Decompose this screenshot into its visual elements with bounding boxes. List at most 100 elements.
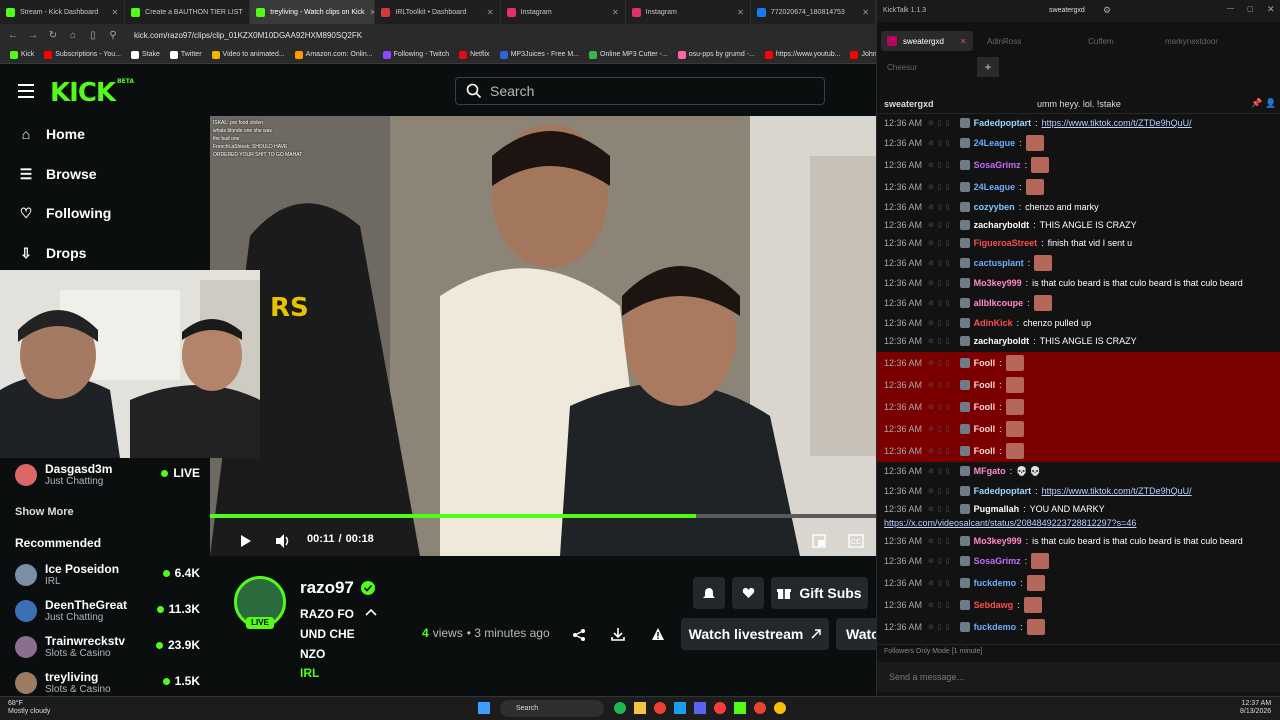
chrome-profile-icon[interactable] — [754, 702, 766, 714]
message-username[interactable]: Mo3key999 — [974, 536, 1022, 546]
timeout-icon[interactable]: ⊘ — [928, 119, 934, 127]
clip-category[interactable]: IRL — [300, 666, 319, 680]
timeout-icon[interactable]: ⊘ — [928, 279, 934, 287]
gift-subs-button[interactable]: Gift Subs — [771, 577, 868, 609]
delete-icon[interactable]: ▯ — [946, 557, 950, 565]
timeout-icon[interactable]: ⊘ — [928, 259, 934, 267]
watch-livestream-button[interactable]: Watch livestream — [681, 618, 829, 650]
delete-icon[interactable]: ▯ — [946, 579, 950, 587]
delete-icon[interactable]: ▯ — [946, 183, 950, 191]
start-icon[interactable] — [478, 702, 490, 714]
discord-icon[interactable] — [694, 702, 706, 714]
browser-tab[interactable]: 772020674_180814753 ✕ — [751, 0, 876, 24]
message-username[interactable]: allblkcoupe — [974, 298, 1024, 308]
chrome-profile2-icon[interactable] — [774, 702, 786, 714]
chat-message[interactable]: 12:36 AM ⊘ ▯ ▯ MFgato: 💀 💀 — [877, 462, 1280, 480]
delete-icon[interactable]: ▯ — [946, 119, 950, 127]
message-username[interactable]: cactusplant — [974, 258, 1024, 268]
browser-tab[interactable]: Create a BAUTHON TIER LIST✕ — [125, 0, 251, 24]
ban-icon[interactable]: ▯ — [938, 279, 942, 287]
ban-icon[interactable]: ▯ — [938, 183, 942, 191]
taskbar-search[interactable]: Search — [500, 700, 604, 717]
bookmark[interactable]: Video to animated... — [211, 50, 285, 59]
message-username[interactable]: FigueroaStreet — [974, 238, 1038, 248]
bookmark[interactable]: Amazon.com: Onlin... — [294, 50, 373, 59]
message-username[interactable]: fuckdemo — [974, 622, 1017, 632]
obs-icon[interactable] — [714, 702, 726, 714]
taskbar-clock[interactable]: 12:37 AM 8/13/2026 — [1240, 700, 1271, 716]
weather-widget[interactable]: 68°F Mostly cloudy — [8, 700, 50, 716]
tab-cheesur[interactable]: Cheesur — [881, 57, 923, 77]
chat-message[interactable]: 12:36 AM ⊘ ▯ ▯ zacharyboldt: THIS ANGLE IS CR… — [877, 332, 1280, 350]
chat-message[interactable]: 12:36 AM ⊘ ▯ ▯ fuckdemo: — [877, 618, 1280, 636]
follow-button[interactable] — [732, 577, 764, 609]
message-username[interactable]: SosaGrimz — [974, 556, 1021, 566]
delete-icon[interactable]: ▯ — [946, 623, 950, 631]
ban-icon[interactable]: ▯ — [938, 299, 942, 307]
bookmark[interactable]: John — [850, 50, 876, 59]
ban-icon[interactable]: ▯ — [938, 623, 942, 631]
kick-logo[interactable]: KICK BETA — [50, 78, 134, 108]
notifications-button[interactable] — [693, 577, 725, 609]
message-username[interactable]: Sebdawg — [974, 600, 1014, 610]
chat-message[interactable]: 12:36 AM ⊘ ▯ ▯ SosaGrimz: — [877, 156, 1280, 174]
sidebar-toggle-icon[interactable]: ▯ — [88, 30, 98, 41]
tab-cuffem[interactable]: Cuffem — [1082, 31, 1120, 51]
delete-icon[interactable]: ▯ — [946, 447, 950, 455]
ban-icon[interactable]: ▯ — [938, 425, 942, 433]
message-username[interactable]: Mo3key999 — [974, 278, 1022, 288]
download-icon[interactable] — [611, 627, 625, 641]
ban-icon[interactable]: ▯ — [938, 239, 942, 247]
timeout-icon[interactable]: ⊘ — [928, 161, 934, 169]
close-icon[interactable]: ✕ — [1267, 4, 1275, 15]
chat-message[interactable]: 12:36 AM ⊘ ▯ ▯ Fooll: — [877, 396, 1280, 418]
report-icon[interactable] — [651, 627, 665, 641]
ban-icon[interactable]: ▯ — [938, 259, 942, 267]
delete-icon[interactable]: ▯ — [946, 359, 950, 367]
add-tab-button[interactable]: + — [977, 57, 999, 77]
timeout-icon[interactable]: ⊘ — [928, 557, 934, 565]
minimize-icon[interactable]: — — [1227, 5, 1234, 12]
file-explorer-icon[interactable] — [634, 702, 646, 714]
message-input[interactable]: Send a message... — [877, 662, 1280, 692]
chat-message[interactable]: 12:36 AM ⊘ ▯ ▯ 24League: — [877, 178, 1280, 196]
volume-icon[interactable] — [274, 533, 290, 549]
message-username[interactable]: 24League — [974, 182, 1016, 192]
video-player[interactable]: RS — [210, 116, 876, 556]
ban-icon[interactable]: ▯ — [938, 203, 942, 211]
chrome-icon[interactable] — [654, 702, 666, 714]
chat-message[interactable]: 12:36 AM ⊘ ▯ ▯ cozyyben: chenzo and marky — [877, 198, 1280, 216]
browser-tab[interactable]: Stream - Kick Dashboard ✕ — [0, 0, 126, 24]
spotify-icon[interactable] — [614, 702, 626, 714]
ban-icon[interactable]: ▯ — [938, 487, 942, 495]
chevron-up-icon[interactable] — [365, 607, 377, 617]
nav-following[interactable]: ♡ Following — [18, 205, 112, 221]
timeout-icon[interactable]: ⊘ — [928, 299, 934, 307]
message-username[interactable]: MFgato — [974, 466, 1006, 476]
timeout-icon[interactable]: ⊘ — [928, 601, 934, 609]
recommended-stream[interactable]: Ice Poseidon IRL 6.4K — [15, 562, 200, 587]
delete-icon[interactable]: ▯ — [946, 381, 950, 389]
chat-message[interactable]: 12:36 AM ⊘ ▯ ▯ Fadedpoptart: https://www.tikt… — [877, 114, 1280, 132]
bookmark[interactable]: MP3Juices - Free M... — [499, 50, 579, 59]
timeout-icon[interactable]: ⊘ — [928, 239, 934, 247]
delete-icon[interactable]: ▯ — [946, 221, 950, 229]
browser-tab[interactable]: treyliving - Watch clips on Kick✕ — [250, 0, 376, 24]
message-username[interactable]: zacharyboldt — [974, 336, 1030, 346]
site-info-icon[interactable]: ⚲ — [108, 30, 118, 41]
close-tab-icon[interactable]: ✕ — [737, 8, 744, 17]
ban-icon[interactable]: ▯ — [938, 161, 942, 169]
chat-message[interactable]: 12:36 AM ⊘ ▯ ▯ Fooll: — [877, 374, 1280, 396]
chat-message[interactable]: 12:36 AM ⊘ ▯ ▯ Fooll: — [877, 440, 1280, 462]
chat-message[interactable]: 12:36 AM ⊘ ▯ ▯ Fadedpoptart: https://www.tikt… — [877, 482, 1280, 500]
message-username[interactable]: Fadedpoptart — [974, 486, 1032, 496]
bookmark[interactable]: Netflix — [459, 50, 490, 59]
chat-message[interactable]: 12:36 AM ⊘ ▯ ▯ zacharyboldt: THIS ANGLE IS CR… — [877, 216, 1280, 234]
chat-message[interactable]: 12:36 AM ⊘ ▯ ▯ Mo3key999: is that culo beard … — [877, 532, 1280, 550]
bookmark[interactable]: https://www.youtub... — [764, 50, 840, 59]
browser-tab[interactable]: Instagram ✕ — [626, 0, 751, 24]
message-username[interactable]: Fooll — [974, 380, 996, 390]
captions-icon[interactable]: CC — [848, 534, 864, 548]
ban-icon[interactable]: ▯ — [938, 505, 942, 513]
bookmark[interactable]: osu-pps by grumd -... — [677, 50, 755, 59]
